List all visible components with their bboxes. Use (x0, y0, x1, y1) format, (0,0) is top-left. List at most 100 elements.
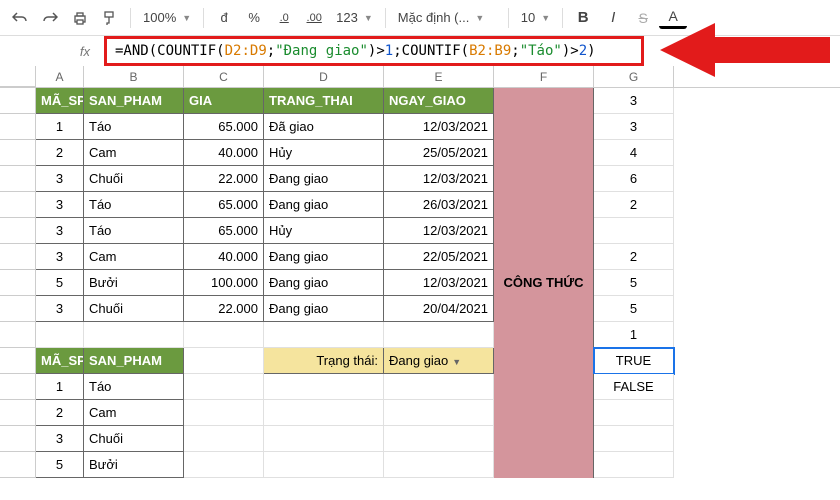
cell[interactable]: Đang giao (264, 244, 384, 270)
cell[interactable]: 5 (594, 270, 674, 296)
paint-format-button[interactable] (96, 4, 124, 32)
cell[interactable] (494, 88, 594, 114)
print-button[interactable] (66, 4, 94, 32)
cell[interactable]: Chuối (84, 296, 184, 322)
cell[interactable] (594, 218, 674, 244)
row-header[interactable] (0, 322, 36, 348)
cell[interactable]: 12/03/2021 (384, 218, 494, 244)
redo-button[interactable] (36, 4, 64, 32)
cell[interactable] (494, 218, 594, 244)
row-header[interactable] (0, 374, 36, 400)
cell[interactable]: 3 (36, 244, 84, 270)
cell[interactable] (184, 400, 264, 426)
row-header[interactable] (0, 348, 36, 374)
cell[interactable]: 12/03/2021 (384, 114, 494, 140)
cell[interactable] (184, 348, 264, 374)
cell[interactable]: Đang giao (264, 270, 384, 296)
percent-button[interactable]: % (240, 4, 268, 32)
cell[interactable]: 40.000 (184, 244, 264, 270)
cell[interactable]: Chuối (84, 166, 184, 192)
cell[interactable] (384, 322, 494, 348)
cell-cong-thuc[interactable]: CÔNG THỨC (494, 270, 594, 296)
cell[interactable] (494, 374, 594, 400)
cell[interactable]: 3 (36, 426, 84, 452)
strike-button[interactable]: S (629, 4, 657, 32)
cell[interactable]: 12/03/2021 (384, 166, 494, 192)
row-header[interactable] (0, 88, 36, 114)
cell[interactable]: SAN_PHAM (84, 348, 184, 374)
decrease-decimal-button[interactable]: .0 (270, 4, 298, 32)
cell[interactable]: 3 (36, 166, 84, 192)
cell[interactable]: 22.000 (184, 166, 264, 192)
col-header[interactable]: E (384, 66, 494, 87)
increase-decimal-button[interactable]: .00 (300, 4, 328, 32)
cell[interactable]: 65.000 (184, 218, 264, 244)
cell[interactable] (494, 166, 594, 192)
row-header[interactable] (0, 426, 36, 452)
cell[interactable] (384, 400, 494, 426)
cell[interactable] (494, 348, 594, 374)
formula-input[interactable]: =AND(COUNTIF(D2:D9;"Đang giao")>1;COUNTI… (104, 36, 644, 66)
cell[interactable] (594, 452, 674, 478)
col-header[interactable]: B (84, 66, 184, 87)
cell[interactable]: Táo (84, 114, 184, 140)
bold-button[interactable]: B (569, 4, 597, 32)
row-header[interactable] (0, 270, 36, 296)
cell[interactable]: 2 (594, 244, 674, 270)
cell[interactable]: 1 (36, 374, 84, 400)
cell[interactable]: 26/03/2021 (384, 192, 494, 218)
cell[interactable]: 2 (36, 140, 84, 166)
filter-label-cell[interactable]: Trạng thái: (264, 348, 384, 374)
cell[interactable] (264, 322, 384, 348)
cell[interactable] (494, 244, 594, 270)
cell[interactable]: 3 (594, 114, 674, 140)
cell[interactable]: TRANG_THAI (264, 88, 384, 114)
currency-button[interactable]: đ (210, 4, 238, 32)
cell[interactable]: Cam (84, 400, 184, 426)
cell[interactable] (184, 374, 264, 400)
cell[interactable]: Đang giao (264, 166, 384, 192)
cell[interactable]: NGAY_GIAO (384, 88, 494, 114)
row-header[interactable] (0, 452, 36, 478)
cell[interactable]: Cam (84, 244, 184, 270)
cell[interactable] (494, 114, 594, 140)
row-header[interactable] (0, 166, 36, 192)
cell[interactable]: 25/05/2021 (384, 140, 494, 166)
cell[interactable]: Hủy (264, 140, 384, 166)
row-header[interactable] (0, 192, 36, 218)
cell[interactable] (494, 322, 594, 348)
undo-button[interactable] (6, 4, 34, 32)
cell[interactable]: 6 (594, 166, 674, 192)
col-header[interactable]: D (264, 66, 384, 87)
cell[interactable]: 100.000 (184, 270, 264, 296)
cell[interactable] (384, 426, 494, 452)
cell[interactable]: Bưởi (84, 452, 184, 478)
cell[interactable]: 5 (36, 270, 84, 296)
cell[interactable]: 1 (594, 322, 674, 348)
cell[interactable]: 3 (36, 192, 84, 218)
row-header[interactable] (0, 244, 36, 270)
cell[interactable] (384, 374, 494, 400)
cell[interactable]: Chuối (84, 426, 184, 452)
cell[interactable]: MÃ_SP (36, 348, 84, 374)
cell[interactable] (494, 296, 594, 322)
cell[interactable]: MÃ_SP (36, 88, 84, 114)
cell[interactable]: 3 (594, 88, 674, 114)
cell[interactable] (264, 452, 384, 478)
cell[interactable]: 2 (594, 192, 674, 218)
cell[interactable]: 2 (36, 400, 84, 426)
cell[interactable]: 5 (36, 452, 84, 478)
cell[interactable] (384, 452, 494, 478)
cell[interactable] (264, 374, 384, 400)
row-header[interactable] (0, 114, 36, 140)
cell[interactable] (264, 400, 384, 426)
cell[interactable]: Đã giao (264, 114, 384, 140)
cell[interactable] (594, 400, 674, 426)
cell[interactable]: 65.000 (184, 114, 264, 140)
cell[interactable]: 20/04/2021 (384, 296, 494, 322)
cell[interactable] (594, 426, 674, 452)
cell[interactable] (184, 426, 264, 452)
italic-button[interactable]: I (599, 4, 627, 32)
cell[interactable]: 5 (594, 296, 674, 322)
cell[interactable]: 3 (36, 296, 84, 322)
